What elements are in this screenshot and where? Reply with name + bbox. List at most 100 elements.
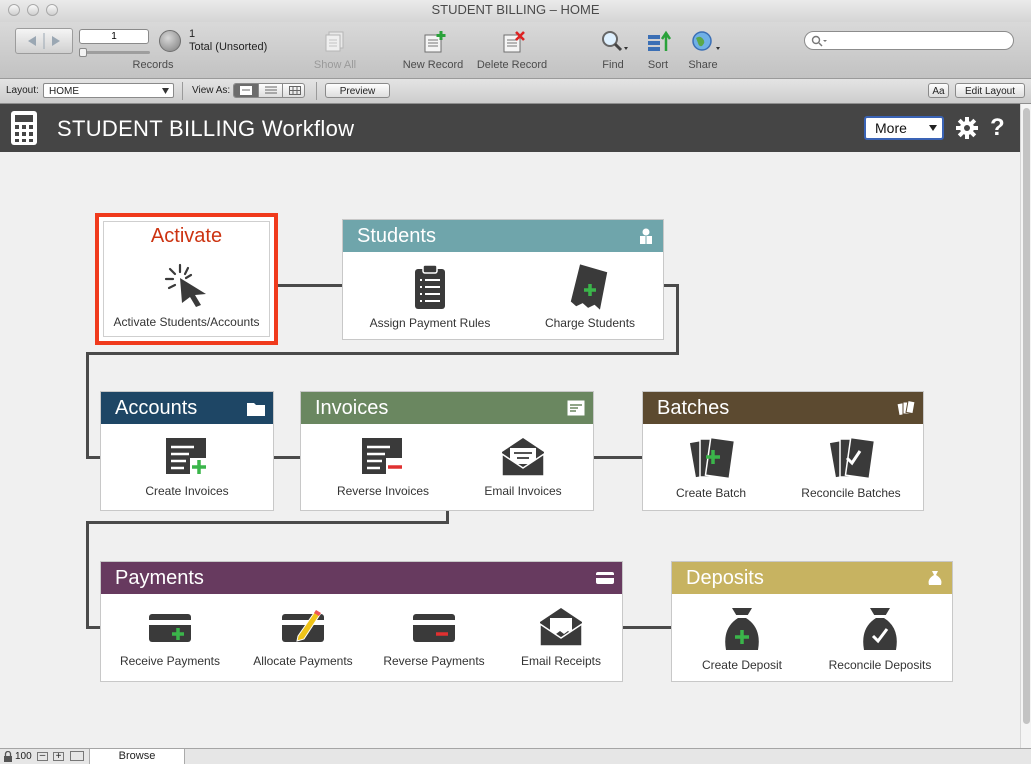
- create-deposit-button[interactable]: Create Deposit: [674, 606, 810, 672]
- assign-payment-rules-label: Assign Payment Rules: [369, 316, 491, 330]
- scrollbar-thumb[interactable]: [1023, 108, 1030, 724]
- reverse-invoices-label: Reverse Invoices: [336, 484, 430, 498]
- folder-icon: [247, 403, 265, 416]
- layout-select-value: HOME: [49, 86, 79, 97]
- more-dropdown[interactable]: More: [864, 116, 944, 140]
- new-record-button[interactable]: New Record: [400, 28, 466, 76]
- charge-students-button[interactable]: Charge Students: [521, 264, 659, 330]
- accounts-title: Accounts: [115, 397, 198, 419]
- show-all-icon: [325, 31, 344, 52]
- preview-button[interactable]: Preview: [325, 83, 390, 98]
- envelope-icon: [501, 438, 545, 477]
- found-set-pie-icon: [159, 30, 181, 52]
- record-number-field[interactable]: [79, 29, 149, 44]
- record-slider[interactable]: [80, 51, 150, 54]
- status-bar: 100 – + Browse: [0, 748, 1031, 764]
- find-button[interactable]: Find: [595, 28, 631, 76]
- table-view-icon: [289, 86, 301, 95]
- payments-card: Payments Receive Payments Allocate Payme…: [100, 561, 623, 682]
- search-input[interactable]: [829, 33, 1005, 47]
- invoices-title: Invoices: [315, 397, 389, 419]
- workflow-header: STUDENT BILLING Workflow More ?: [0, 104, 1020, 152]
- zoom-out-button[interactable]: –: [37, 751, 48, 761]
- connector-line: [86, 352, 679, 355]
- mode-popup[interactable]: Browse: [89, 749, 185, 764]
- view-as-form-button[interactable]: [234, 84, 258, 97]
- activate-students-accounts-button[interactable]: Activate Students/Accounts: [99, 261, 274, 329]
- form-view-icon: [240, 86, 252, 95]
- receive-payments-button[interactable]: Receive Payments: [105, 606, 235, 668]
- sort-button[interactable]: Sort: [641, 28, 675, 76]
- reverse-payments-button[interactable]: Reverse Payments: [369, 606, 499, 668]
- email-invoices-button[interactable]: Email Invoices: [453, 436, 593, 498]
- invoice-icon: [567, 400, 585, 416]
- activate-students-accounts-label: Activate Students/Accounts: [113, 315, 260, 329]
- batches-card-header: Batches: [643, 392, 923, 424]
- layout-select[interactable]: HOME: [43, 83, 174, 98]
- deposits-title: Deposits: [686, 567, 764, 589]
- globe-share-icon: [692, 31, 720, 51]
- email-receipts-button[interactable]: Email Receipts: [499, 606, 623, 668]
- money-bag-icon: [928, 571, 942, 585]
- view-as-table-button[interactable]: [282, 84, 304, 97]
- create-batch-button[interactable]: Create Batch: [643, 436, 779, 500]
- batches-card: Batches Create Batch Reconcile Batches: [642, 391, 924, 511]
- record-slider-thumb[interactable]: [79, 48, 87, 57]
- students-title: Students: [357, 225, 436, 247]
- activate-title: Activate: [150, 225, 223, 247]
- batch-icon: [897, 400, 915, 416]
- click-cursor-icon: [164, 263, 206, 307]
- invoice-remove-icon: [362, 438, 404, 476]
- view-as-list-button[interactable]: [258, 84, 283, 97]
- text-formatting-button[interactable]: Aa: [928, 83, 949, 98]
- show-all-button[interactable]: Show All: [305, 28, 365, 76]
- new-record-label: New Record: [402, 59, 464, 71]
- allocate-payments-button[interactable]: Allocate Payments: [238, 606, 368, 668]
- gear-icon[interactable]: [956, 117, 978, 139]
- payments-title: Payments: [115, 567, 204, 589]
- reconcile-deposits-button[interactable]: Reconcile Deposits: [812, 606, 948, 672]
- accounts-card: Accounts Create Invoices: [100, 391, 274, 511]
- students-card-header: Students: [343, 220, 663, 252]
- invoice-add-icon: [166, 438, 208, 476]
- show-all-label: Show All: [313, 59, 357, 71]
- window-title: STUDENT BILLING – HOME: [431, 2, 600, 17]
- minimize-window-button[interactable]: [27, 4, 39, 16]
- find-label: Find: [602, 59, 624, 71]
- vertical-scrollbar[interactable]: [1020, 104, 1031, 748]
- divider: [316, 82, 317, 100]
- deposits-card: Deposits Create Deposit Reconcile Deposi…: [671, 561, 953, 682]
- connector-line: [86, 521, 89, 629]
- connector-line: [592, 456, 644, 459]
- zoom-window-button[interactable]: [46, 4, 58, 16]
- record-navigator[interactable]: [15, 28, 73, 54]
- share-button[interactable]: Share: [684, 28, 722, 76]
- connector-line: [272, 456, 302, 459]
- charge-students-label: Charge Students: [544, 316, 636, 330]
- delete-record-button[interactable]: Delete Record: [472, 28, 552, 76]
- chevron-down-icon: [929, 125, 937, 131]
- new-record-icon: [424, 31, 446, 53]
- layout-label: Layout:: [6, 85, 39, 96]
- sort-label: Sort: [647, 59, 669, 71]
- more-dropdown-label: More: [875, 120, 907, 136]
- create-invoices-button[interactable]: Create Invoices: [101, 436, 273, 498]
- calculator-icon: [11, 111, 37, 145]
- activate-card: Activate Activate Students/Accounts: [95, 213, 278, 345]
- reconcile-batches-button[interactable]: Reconcile Batches: [783, 436, 919, 500]
- toggle-status-toolbar-button[interactable]: [70, 751, 84, 761]
- reverse-invoices-button[interactable]: Reverse Invoices: [313, 436, 453, 498]
- money-bag-add-icon: [725, 608, 759, 650]
- student-icon: [640, 228, 652, 244]
- book-navigator-icon: [28, 33, 60, 49]
- help-icon[interactable]: ?: [990, 114, 1005, 142]
- receive-payments-label: Receive Payments: [119, 654, 221, 668]
- quick-find-search[interactable]: [804, 31, 1014, 50]
- close-window-button[interactable]: [8, 4, 20, 16]
- edit-layout-button[interactable]: Edit Layout: [955, 83, 1025, 98]
- card-add-icon: [149, 614, 191, 642]
- assign-payment-rules-button[interactable]: Assign Payment Rules: [361, 264, 499, 330]
- allocate-payments-label: Allocate Payments: [253, 654, 353, 668]
- money-bag-check-icon: [863, 608, 897, 650]
- zoom-in-button[interactable]: +: [53, 752, 64, 762]
